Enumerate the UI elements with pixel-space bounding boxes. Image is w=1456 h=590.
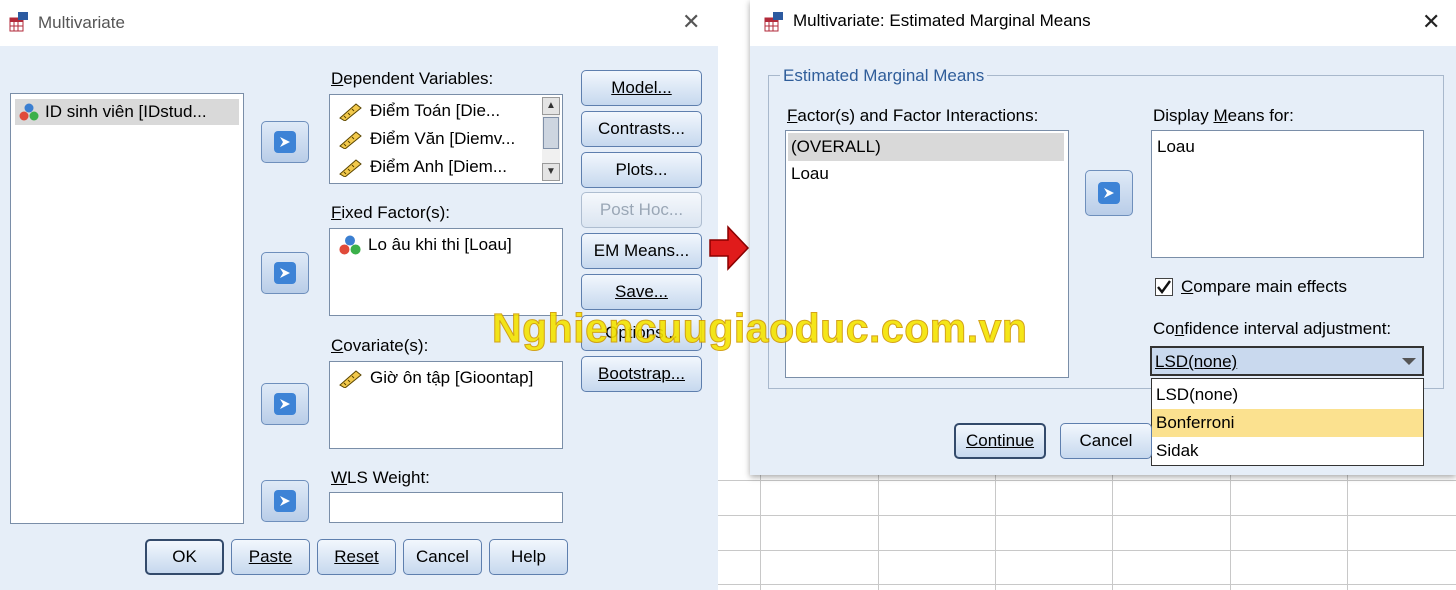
list-item-label: Điểm Toán [Die... <box>370 101 501 120</box>
scroll-thumb[interactable] <box>543 117 559 149</box>
ci-adjustment-options: LSD(none) Bonferroni Sidak <box>1151 378 1424 466</box>
grid-line <box>718 515 1456 516</box>
grid-line <box>718 550 1456 551</box>
grid-line <box>1230 475 1231 590</box>
close-icon[interactable]: ✕ <box>682 10 700 35</box>
covariate-label: Covariate(s): <box>331 336 429 355</box>
title-bar: Multivariate ✕ <box>0 0 718 46</box>
wls-weight-label: WLS Weight: <box>331 468 430 487</box>
list-item[interactable]: Điểm Anh [Diem... <box>338 157 507 177</box>
wls-weight-field[interactable] <box>329 492 563 523</box>
arrow-right-icon <box>280 399 290 409</box>
compare-main-effects-label: Compare main effects <box>1181 277 1347 296</box>
grid-line <box>1347 475 1348 590</box>
grid-line <box>718 584 1456 585</box>
cancel-button[interactable]: Cancel <box>1060 423 1152 459</box>
scale-variable-icon <box>339 370 362 388</box>
bootstrap-button[interactable]: Bootstrap... <box>581 356 702 392</box>
display-means-label: Display Means for: <box>1153 106 1294 125</box>
group-title: Estimated Marginal Means <box>780 66 988 86</box>
chevron-down-icon[interactable] <box>1402 358 1416 365</box>
estimated-marginal-means-dialog: Multivariate: Estimated Marginal Means ✕… <box>750 0 1456 475</box>
title-bar: Multivariate: Estimated Marginal Means ✕ <box>750 0 1456 46</box>
list-item[interactable]: Loau <box>791 164 829 184</box>
ok-button[interactable]: OK <box>145 539 224 575</box>
help-button[interactable]: Help <box>489 539 568 575</box>
list-item-label: Lo âu khi thi [Loau] <box>368 235 512 254</box>
arrow-right-icon <box>280 496 290 506</box>
list-item[interactable]: Điểm Văn [Diemv... <box>338 129 515 149</box>
continue-button[interactable]: Continue <box>954 423 1046 459</box>
arrow-right-icon <box>280 268 290 278</box>
move-to-wls-button[interactable] <box>261 480 309 522</box>
red-arrow-icon <box>709 225 750 271</box>
multivariate-dialog: Multivariate ✕ ID sinh viên [IDstud... D… <box>0 0 718 590</box>
option-lsd[interactable]: LSD(none) <box>1152 381 1423 409</box>
move-to-display-means-button[interactable] <box>1085 170 1133 216</box>
covariate-list[interactable]: Giờ ôn tập [Gioontap] <box>329 361 563 449</box>
display-means-list[interactable]: Loau <box>1151 130 1424 258</box>
grid-line <box>1112 475 1113 590</box>
post-hoc-button[interactable]: Post Hoc... <box>581 192 702 228</box>
checkmark-icon <box>1157 280 1171 294</box>
fixed-factor-list[interactable]: Lo âu khi thi [Loau] <box>329 228 563 316</box>
scale-variable-icon <box>339 131 362 149</box>
spss-app-icon <box>764 12 783 32</box>
plots-button[interactable]: Plots... <box>581 152 702 188</box>
reset-button[interactable]: Reset <box>317 539 396 575</box>
arrow-right-icon <box>280 137 290 147</box>
grid-line <box>878 475 879 590</box>
move-to-fixed-factor-button[interactable] <box>261 252 309 294</box>
list-item[interactable]: ID sinh viên [IDstud... <box>15 99 239 125</box>
arrow-right-icon <box>1104 188 1114 198</box>
list-item-label: ID sinh viên [IDstud... <box>45 102 207 121</box>
factors-label: Factor(s) and Factor Interactions: <box>787 106 1039 125</box>
list-item[interactable]: (OVERALL) <box>788 133 1064 161</box>
list-item-label: (OVERALL) <box>791 137 881 156</box>
list-item[interactable]: Điểm Toán [Die... <box>338 101 500 121</box>
contrasts-button[interactable]: Contrasts... <box>581 111 702 147</box>
list-item-label: Giờ ôn tập [Gioontap] <box>370 368 534 387</box>
list-item[interactable]: Lo âu khi thi [Loau] <box>338 235 512 255</box>
move-to-covariate-button[interactable] <box>261 383 309 425</box>
watermark-text: Nghiencuugiaoduc.com.vn <box>491 305 1028 352</box>
move-to-dependent-button[interactable] <box>261 121 309 163</box>
scroll-down-icon[interactable]: ▼ <box>542 163 560 181</box>
grid-line <box>995 475 996 590</box>
source-variable-list[interactable]: ID sinh viên [IDstud... <box>10 93 244 524</box>
dialog-title: Multivariate <box>38 13 125 32</box>
grid-line <box>760 475 761 590</box>
grid-line <box>718 480 1456 481</box>
compare-main-effects-checkbox[interactable] <box>1155 278 1173 296</box>
scrollbar[interactable]: ▲ ▼ <box>542 97 560 181</box>
option-sidak[interactable]: Sidak <box>1152 437 1423 465</box>
list-item[interactable]: Giờ ôn tập [Gioontap] <box>338 368 533 388</box>
ci-adjustment-label: Confidence interval adjustment: <box>1153 319 1392 338</box>
nominal-variable-icon <box>19 103 39 121</box>
spss-app-icon <box>9 12 28 32</box>
selected-value: LSD(none) <box>1155 352 1238 371</box>
list-item-label: Loau <box>1157 137 1195 156</box>
list-item[interactable]: Loau <box>1157 137 1195 157</box>
em-means-button[interactable]: EM Means... <box>581 233 702 269</box>
list-item-label: Điểm Anh [Diem... <box>370 157 507 176</box>
scale-variable-icon <box>339 103 362 121</box>
ci-adjustment-select[interactable]: LSD(none) <box>1150 346 1424 376</box>
dialog-title: Multivariate: Estimated Marginal Means <box>793 11 1091 30</box>
option-bonferroni[interactable]: Bonferroni <box>1152 409 1423 437</box>
paste-button[interactable]: Paste <box>231 539 310 575</box>
dependent-variables-list[interactable]: Điểm Toán [Die... Điểm Văn [Diemv... Điể… <box>329 94 563 184</box>
dependent-variables-label: Dependent Variables: <box>331 69 494 88</box>
list-item-label: Điểm Văn [Diemv... <box>370 129 516 148</box>
list-item-label: Loau <box>791 164 829 183</box>
nominal-variable-icon <box>339 235 361 255</box>
model-button[interactable]: Model... <box>581 70 702 106</box>
fixed-factor-label: Fixed Factor(s): <box>331 203 451 222</box>
scale-variable-icon <box>339 159 362 177</box>
scroll-up-icon[interactable]: ▲ <box>542 97 560 115</box>
close-icon[interactable]: ✕ <box>1422 10 1440 35</box>
cancel-button[interactable]: Cancel <box>403 539 482 575</box>
